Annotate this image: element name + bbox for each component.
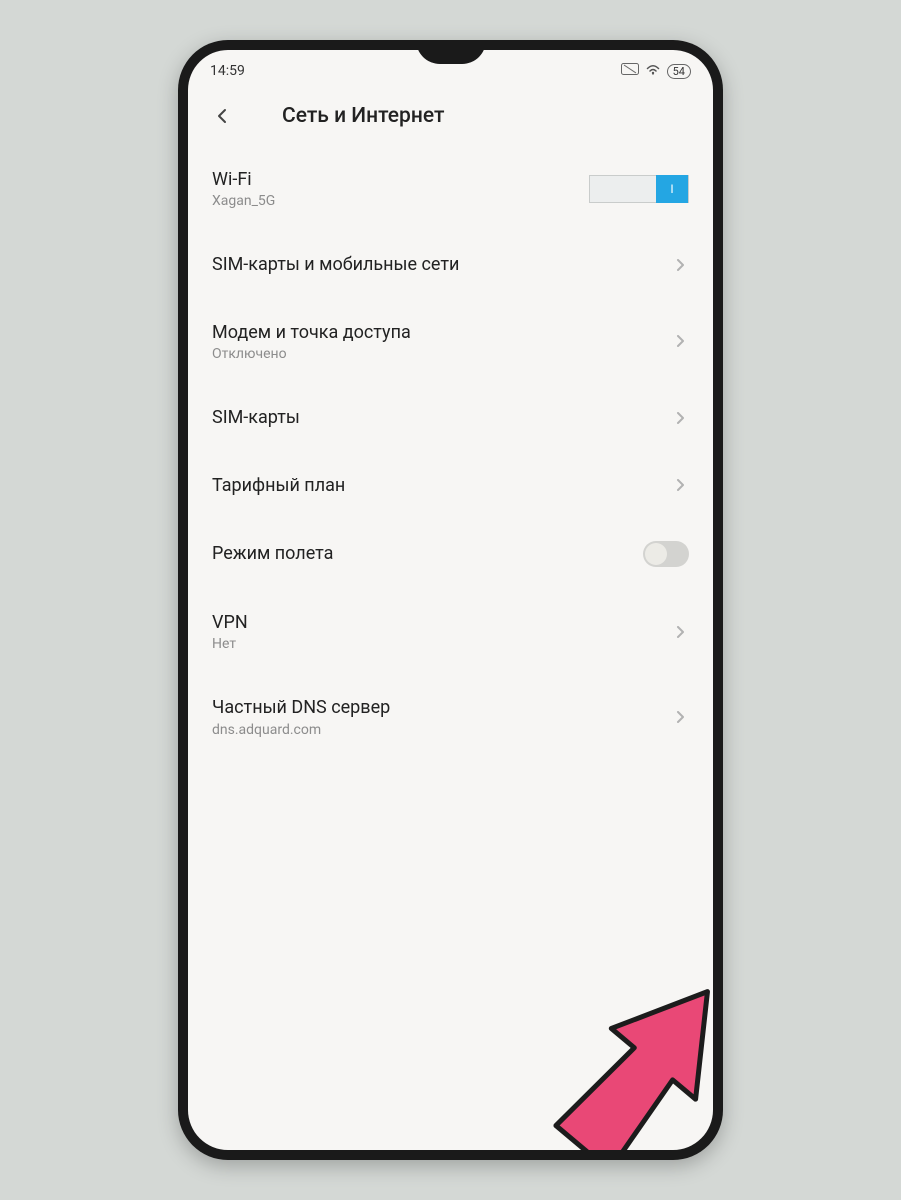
setting-airplane-mode[interactable]: Режим полета <box>210 519 691 589</box>
setting-title: Wi-Fi <box>212 168 589 191</box>
setting-title: Модем и точка доступа <box>212 321 671 344</box>
setting-hotspot[interactable]: Модем и точка доступа Отключено <box>210 299 691 384</box>
setting-sim-networks[interactable]: SIM-карты и мобильные сети <box>210 231 691 298</box>
airplane-toggle[interactable] <box>643 541 689 567</box>
toggle-knob-off <box>645 543 667 565</box>
phone-frame: 14:59 54 Сеть и Интернет Wi-Fi X <box>178 40 723 1160</box>
setting-subtitle: Отключено <box>212 346 671 362</box>
setting-title: Тарифный план <box>212 474 671 497</box>
setting-vpn[interactable]: VPN Нет <box>210 589 691 674</box>
setting-subtitle: Xagan_5G <box>212 193 589 209</box>
page-header: Сеть и Интернет <box>188 86 713 146</box>
setting-subtitle: dns.adquard.com <box>212 722 671 738</box>
chevron-right-icon <box>671 409 689 427</box>
toggle-knob-on: I <box>656 175 688 203</box>
page-title: Сеть и Интернет <box>282 104 691 128</box>
setting-data-plan[interactable]: Тарифный план <box>210 452 691 519</box>
chevron-right-icon <box>671 256 689 274</box>
setting-title: SIM-карты <box>212 406 671 429</box>
setting-title: Режим полета <box>212 542 643 565</box>
setting-subtitle: Нет <box>212 636 671 652</box>
status-right: 54 <box>621 63 691 79</box>
setting-title: SIM-карты и мобильные сети <box>212 253 671 276</box>
setting-title: VPN <box>212 611 671 634</box>
settings-list: Wi-Fi Xagan_5G I SIM-карты и мобильные с… <box>188 146 713 760</box>
setting-sim-cards[interactable]: SIM-карты <box>210 384 691 451</box>
wifi-toggle[interactable]: I <box>589 175 689 203</box>
setting-wifi[interactable]: Wi-Fi Xagan_5G I <box>210 146 691 231</box>
chevron-right-icon <box>671 623 689 641</box>
setting-private-dns[interactable]: Частный DNS сервер dns.adquard.com <box>210 674 691 759</box>
status-time: 14:59 <box>210 63 245 79</box>
chevron-right-icon <box>671 332 689 350</box>
back-button[interactable] <box>210 104 234 128</box>
setting-title: Частный DNS сервер <box>212 696 671 719</box>
chevron-left-icon <box>214 108 230 124</box>
battery-indicator: 54 <box>667 64 691 79</box>
annotation-arrow-icon <box>488 940 713 1150</box>
chevron-right-icon <box>671 708 689 726</box>
no-sim-icon <box>621 63 639 79</box>
wifi-icon <box>645 63 661 79</box>
phone-screen: 14:59 54 Сеть и Интернет Wi-Fi X <box>188 50 713 1150</box>
chevron-right-icon <box>671 476 689 494</box>
